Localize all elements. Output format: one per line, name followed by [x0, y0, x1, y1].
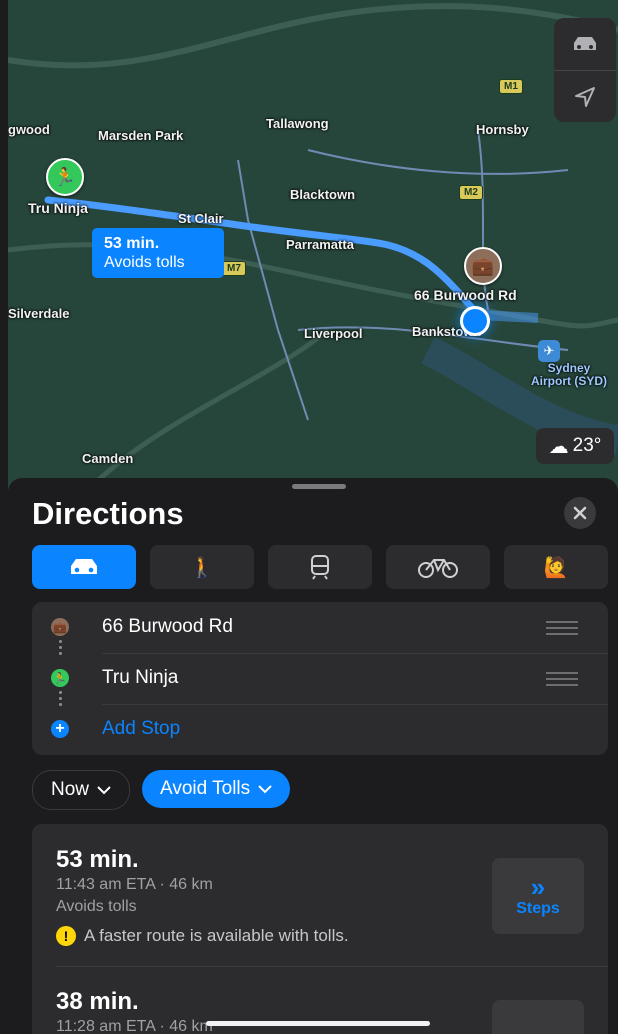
route-callout-note: Avoids tolls	[104, 254, 185, 271]
car-icon	[574, 37, 596, 50]
weather-temp: 23°	[572, 435, 602, 456]
place-label: Tallawong	[266, 116, 329, 131]
transport-modes: 🚶 🙋	[32, 545, 608, 589]
map-controls	[554, 18, 616, 122]
place-label: Hornsby	[476, 122, 529, 137]
origin-pin[interactable]: 🏃	[46, 158, 84, 196]
route-options: Now Avoid Tolls	[32, 770, 291, 810]
close-icon	[573, 506, 587, 520]
route-callout-time: 53 min.	[104, 235, 160, 252]
double-chevron-icon: »	[531, 1025, 545, 1034]
route-option[interactable]: 53 min. 11:43 am ETA · 46 km Avoids toll…	[32, 824, 608, 966]
place-label: Liverpool	[304, 326, 363, 341]
car-icon	[71, 559, 97, 574]
origin-label: Tru Ninja	[28, 200, 88, 216]
current-location-dot	[460, 306, 490, 336]
destination-label: 66 Burwood Rd	[414, 287, 517, 303]
stop-row[interactable]: 🏃 Tru Ninja	[32, 653, 608, 704]
steps-label: Steps	[516, 900, 560, 917]
steps-button[interactable]: » Steps	[492, 858, 584, 934]
departure-time-label: Now	[51, 779, 90, 800]
home-indicator[interactable]	[206, 1021, 430, 1026]
place-label: Blacktown	[290, 187, 356, 202]
bicycle-icon	[418, 559, 458, 578]
route-callout[interactable]: 53 min. Avoids tolls	[92, 228, 224, 278]
warning-icon: !	[56, 926, 76, 946]
route-stops: 💼 66 Burwood Rd 🏃 Tru Ninja + Add Stop	[32, 602, 608, 755]
mode-drive-button[interactable]	[32, 545, 136, 589]
reorder-handle-icon[interactable]	[546, 621, 578, 639]
route-warning-text: A faster route is available with tolls.	[84, 926, 349, 945]
add-stop-button[interactable]: + Add Stop	[32, 704, 608, 755]
avoid-tolls-dropdown[interactable]: Avoid Tolls	[142, 770, 291, 808]
add-stop-label: Add Stop	[102, 718, 181, 739]
place-label: Camden	[82, 451, 134, 466]
road-shield-m1: M1	[499, 79, 523, 94]
locate-me-button[interactable]	[554, 71, 616, 122]
cloud-icon: ☁	[548, 435, 569, 458]
airplane-icon: ✈	[538, 340, 560, 362]
stop-label: 66 Burwood Rd	[102, 616, 233, 637]
destination-pin[interactable]: 💼	[464, 247, 502, 285]
mode-rideshare-button[interactable]: 🙋	[504, 545, 608, 589]
chevron-down-icon	[97, 785, 111, 794]
location-arrow-icon	[575, 87, 595, 107]
mode-walk-button[interactable]: 🚶	[150, 545, 254, 589]
chevron-down-icon	[258, 784, 272, 793]
departure-time-dropdown[interactable]: Now	[32, 770, 131, 810]
plus-icon: +	[51, 720, 69, 738]
close-button[interactable]	[564, 497, 596, 529]
walker-icon: 🏃	[51, 669, 69, 687]
airport-label: Sydney Airport (SYD)	[531, 361, 607, 388]
weather-badge: ☁ 23°	[536, 428, 614, 464]
place-label: St Clair	[178, 211, 224, 226]
road-shield-m7: M7	[222, 261, 246, 276]
map-mode-button[interactable]	[554, 18, 616, 71]
directions-sheet: Directions 🚶 🙋 💼 66 Burwood Rd 🏃 Tru Nin…	[8, 478, 618, 1034]
place-label: gwood	[8, 122, 50, 137]
page-title: Directions	[32, 496, 184, 531]
stop-row[interactable]: 💼 66 Burwood Rd	[32, 602, 608, 653]
train-icon	[311, 555, 329, 580]
double-chevron-icon: »	[530, 872, 546, 902]
person-hailing-icon: 🙋	[543, 556, 569, 579]
avoid-tolls-label: Avoid Tolls	[160, 778, 251, 799]
place-label: Parramatta	[286, 237, 354, 252]
route-note: Avoids tolls	[56, 898, 137, 915]
sheet-grabber[interactable]	[292, 484, 346, 489]
route-eta: 11:28 am ETA · 46 km	[56, 1018, 213, 1034]
mode-cycle-button[interactable]	[386, 545, 490, 589]
reorder-handle-icon[interactable]	[546, 672, 578, 690]
mode-transit-button[interactable]	[268, 545, 372, 589]
walking-icon: 🚶	[189, 556, 215, 579]
place-label: Marsden Park	[98, 128, 184, 143]
route-duration: 53 min.	[56, 846, 139, 873]
place-label: Silverdale	[8, 306, 70, 321]
steps-button[interactable]: »	[492, 1000, 584, 1034]
route-warning: ! A faster route is available with tolls…	[56, 926, 349, 946]
route-eta: 11:43 am ETA · 46 km	[56, 876, 213, 893]
map-view[interactable]: gwood Marsden Park Tallawong Hornsby Bla…	[8, 0, 618, 490]
stop-label: Tru Ninja	[102, 667, 179, 688]
briefcase-icon: 💼	[51, 618, 69, 636]
route-duration: 38 min.	[56, 988, 139, 1015]
walker-icon: 🏃	[53, 166, 77, 187]
route-list: 53 min. 11:43 am ETA · 46 km Avoids toll…	[32, 824, 608, 1034]
road-shield-m2: M2	[459, 185, 483, 200]
briefcase-icon: 💼	[471, 255, 495, 276]
